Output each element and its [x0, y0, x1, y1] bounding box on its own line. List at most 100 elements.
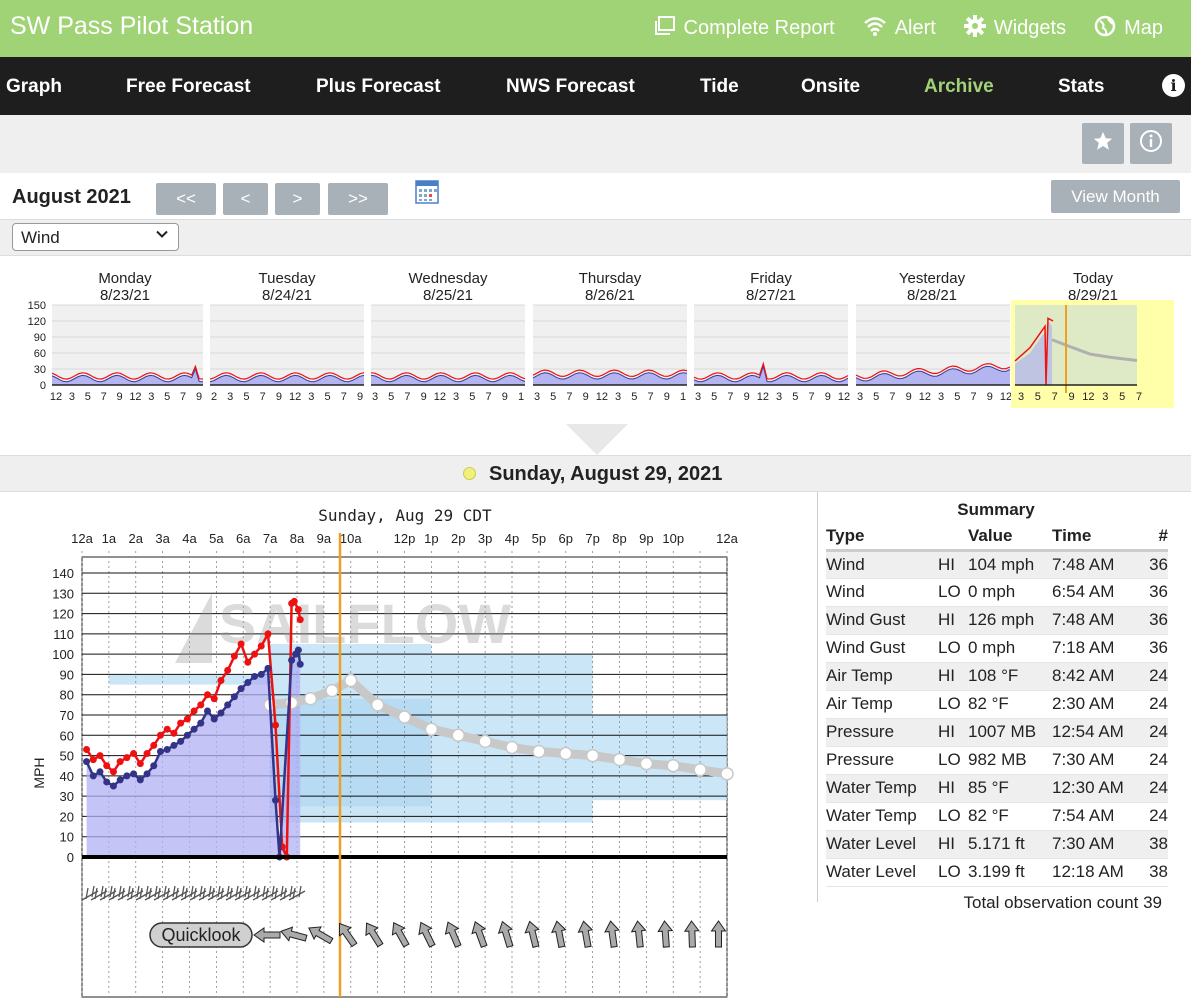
summary-row: Water Temp HI 85 °F 12:30 AM 24 [826, 774, 1168, 803]
star-icon [1092, 130, 1114, 157]
complete-report-link[interactable]: Complete Report [654, 15, 835, 42]
wind-point [197, 719, 205, 727]
day-monday[interactable]: Monday 8/23/21 [75, 270, 175, 304]
next-day-button[interactable]: > [275, 183, 320, 215]
summary-row: Pressure HI 1007 MB 12:54 AM 24 [826, 718, 1168, 747]
summary-value: 1007 MB [968, 718, 1052, 747]
mini-xtick: 3 [615, 391, 621, 403]
gust-point [150, 741, 158, 749]
nav-plus-forecast[interactable]: Plus Forecast [316, 76, 441, 98]
day-friday[interactable]: Friday 8/27/21 [721, 270, 821, 304]
chart-title: Sunday, Aug 29 CDT [318, 506, 492, 525]
nav-graph[interactable]: Graph [6, 76, 62, 98]
total-label: Total observation count [963, 893, 1139, 912]
wind-point [130, 770, 138, 778]
summary-count: 24 [1138, 662, 1168, 691]
wind-chart[interactable]: Sunday, Aug 29 CDT 0 10 20 30 40 50 60 70 80 90 100… [0, 493, 815, 1003]
mini-xtick: 9 [116, 391, 122, 403]
gust-point [89, 756, 97, 764]
y-tick-label: 120 [52, 607, 74, 622]
mini-xtick: 12 [1082, 391, 1094, 403]
col-time: Time [1052, 523, 1138, 552]
mini-panel-today: 3 5 7 9 12 3 5 7 [1011, 300, 1174, 408]
summary-row: Water Level HI 5.171 ft 7:30 AM 38 [826, 830, 1168, 859]
widgets-link[interactable]: Widgets [963, 14, 1066, 43]
globe-icon [1094, 15, 1116, 43]
wind-point [103, 778, 111, 786]
x-tick-label: 2p [451, 531, 465, 546]
gust-point [272, 721, 279, 729]
mini-xtick: 9 [744, 391, 750, 403]
summary-header-row: Type Value Time # [826, 523, 1168, 552]
summary-count: 24 [1138, 774, 1168, 803]
info-circle-icon[interactable]: i [1162, 74, 1185, 97]
wind-point [183, 731, 191, 739]
day-today[interactable]: Today 8/29/21 [1043, 270, 1143, 304]
mini-xtick: 2 [211, 391, 217, 403]
mini-xtick: 3 [1018, 391, 1024, 403]
nav-nws-forecast[interactable]: NWS Forecast [506, 76, 635, 98]
summary-time: 7:48 AM [1052, 606, 1138, 635]
nav-stats[interactable]: Stats [1058, 76, 1104, 98]
next-month-button[interactable]: >> [328, 183, 388, 215]
nav-free-forecast[interactable]: Free Forecast [126, 76, 251, 98]
mini-panel-bg [371, 305, 525, 385]
x-tick-label: 1a [102, 531, 117, 546]
day-name: Today [1072, 270, 1114, 287]
calendar-icon[interactable] [415, 180, 439, 209]
x-tick-label: 5a [209, 531, 224, 546]
summary-hilo: HI [938, 606, 968, 635]
mini-panel: 3 5 7 9 12 3 5 7 9 12 [693, 304, 850, 403]
summary-count: 36 [1138, 578, 1168, 607]
mini-xtick: 3 [938, 391, 944, 403]
summary-count: 36 [1138, 550, 1168, 579]
forecast-point [559, 746, 573, 761]
x-tick-label: 10a [340, 531, 362, 546]
summary-hilo: LO [938, 634, 968, 663]
favorite-button[interactable] [1082, 123, 1124, 164]
quicklook-label: Quicklook [161, 925, 241, 945]
gust-point [143, 750, 151, 758]
map-link[interactable]: Map [1094, 15, 1163, 43]
gust-point [123, 754, 131, 762]
day-yesterday[interactable]: Yesterday 8/28/21 [882, 270, 982, 304]
day-thursday[interactable]: Thursday 8/26/21 [560, 270, 660, 304]
total-value: 39 [1143, 893, 1162, 912]
mini-xtick: 9 [357, 391, 363, 403]
mini-panel: 3 5 7 9 12 3 5 7 9 1 [370, 304, 526, 403]
day-wednesday[interactable]: Wednesday 8/25/21 [398, 270, 498, 304]
alert-link[interactable]: Alert [863, 16, 936, 42]
day-tuesday[interactable]: Tuesday 8/24/21 [237, 270, 337, 304]
wind-point [109, 782, 117, 790]
gust-point [177, 719, 185, 727]
mini-xtick: 7 [889, 391, 895, 403]
col-value: Value [968, 523, 1052, 552]
header-links: Complete Report Alert Widgets Map [654, 0, 1191, 57]
view-month-button[interactable]: View Month [1051, 180, 1180, 213]
mini-ytick: 120 [28, 316, 46, 328]
selected-day-bar: Sunday, August 29, 2021 [0, 455, 1191, 492]
summary-type: Water Temp [826, 774, 938, 803]
mini-xtick: 7 [180, 391, 186, 403]
x-tick-label: 6p [559, 531, 573, 546]
prev-month-button[interactable]: << [156, 183, 216, 215]
mini-xtick: 9 [196, 391, 202, 403]
week-sparklines[interactable]: 150120906030012 3 5 7 9 12 3 5 7 9 2 3 5 7 9 12 3 5 7 9 3 5 7 9… [0, 300, 1191, 412]
summary-value: 0 mph [968, 578, 1052, 607]
x-tick-label: 9a [317, 531, 332, 546]
measurement-select[interactable]: Wind [12, 223, 179, 251]
summary-hilo: LO [938, 858, 968, 887]
station-title: SW Pass Pilot Station [10, 12, 254, 40]
y-tick-label: 40 [60, 769, 74, 784]
nav-archive[interactable]: Archive [924, 76, 994, 98]
nav-tide[interactable]: Tide [700, 76, 739, 98]
gust-point [163, 725, 171, 733]
prev-day-button[interactable]: < [223, 183, 268, 215]
mini-panel: 3 5 7 9 12 3 5 7 9 12 [855, 304, 1012, 403]
info-button[interactable] [1130, 123, 1172, 164]
forecast-point [720, 767, 734, 781]
gust-point [96, 752, 104, 760]
wind-point [170, 741, 178, 749]
wind-point [224, 701, 232, 709]
nav-onsite[interactable]: Onsite [801, 76, 860, 98]
